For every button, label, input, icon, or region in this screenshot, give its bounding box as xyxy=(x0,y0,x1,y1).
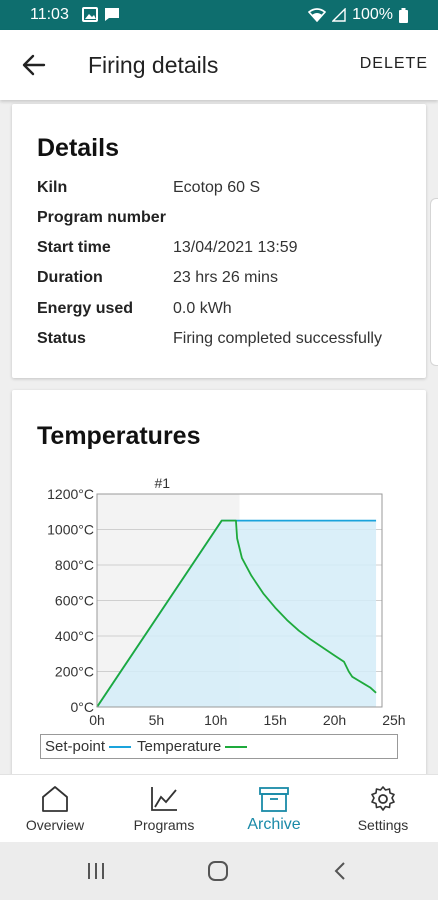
detail-label: Kiln xyxy=(37,179,68,196)
y-tick-label: 200°C xyxy=(55,664,94,680)
details-heading: Details xyxy=(37,134,119,162)
temperatures-heading: Temperatures xyxy=(37,422,201,450)
home-icon xyxy=(42,786,68,812)
detail-value: 23 hrs 26 mins xyxy=(173,269,278,286)
x-tick-label: 10h xyxy=(204,712,227,728)
app-bar: Firing details DELETE xyxy=(0,30,438,100)
legend-temperature-label: Temperature xyxy=(137,738,222,755)
legend-temperature-swatch xyxy=(225,745,248,748)
nav-archive[interactable]: Archive xyxy=(224,775,324,843)
detail-label: Program number xyxy=(37,209,166,226)
home-button-icon[interactable] xyxy=(207,860,229,882)
nav-settings-label: Settings xyxy=(357,817,409,833)
detail-row-duration: Duration 23 hrs 26 mins xyxy=(37,269,417,291)
bottom-nav: Overview Programs Archive Settings xyxy=(0,774,438,842)
y-tick-label: 1200°C xyxy=(47,486,94,502)
y-tick-label: 600°C xyxy=(55,593,94,609)
recents-icon[interactable] xyxy=(86,860,106,882)
details-card: Details Kiln Ecotop 60 S Program number … xyxy=(12,104,426,378)
archive-icon xyxy=(259,787,289,812)
detail-row-start-time: Start time 13/04/2021 13:59 xyxy=(37,239,417,261)
detail-value: Ecotop 60 S xyxy=(173,179,261,196)
detail-label: Duration xyxy=(37,269,103,286)
detail-row-kiln: Kiln Ecotop 60 S xyxy=(37,179,417,201)
back-arrow-icon[interactable] xyxy=(20,51,48,79)
nav-programs-label: Programs xyxy=(133,817,195,833)
chart-icon xyxy=(151,787,177,811)
detail-value: 0.0 kWh xyxy=(173,300,232,317)
temperature-chart: 0°C200°C400°C600°C800°C1000°C1200°C0h 5h 1… xyxy=(47,475,405,728)
y-tick-label: 800°C xyxy=(55,557,94,573)
battery-icon xyxy=(399,7,408,23)
detail-label: Start time xyxy=(37,239,111,256)
detail-row-status: Status Firing completed successfully xyxy=(37,330,417,352)
image-icon xyxy=(82,7,98,22)
gear-icon xyxy=(371,786,395,811)
page-title: Firing details xyxy=(88,52,219,78)
detail-row-program-number: Program number xyxy=(37,209,417,231)
side-scroll-handle[interactable] xyxy=(430,198,438,366)
status-time: 11:03 xyxy=(30,6,69,23)
nav-settings[interactable]: Settings xyxy=(333,775,433,843)
x-tick-label: 0h xyxy=(89,712,105,728)
delete-button[interactable]: DELETE xyxy=(360,55,428,73)
system-nav-bar xyxy=(0,842,438,900)
x-tick-label: 15h xyxy=(263,712,286,728)
segment-marker-label: #1 xyxy=(155,475,171,491)
wifi-icon xyxy=(308,8,327,22)
detail-label: Status xyxy=(37,330,86,347)
legend-setpoint-swatch xyxy=(109,745,132,748)
nav-programs[interactable]: Programs xyxy=(114,775,214,843)
y-tick-label: 1000°C xyxy=(47,522,94,538)
x-tick-label: 25h xyxy=(382,712,405,728)
x-tick-label: 20h xyxy=(323,712,346,728)
legend-setpoint-label: Set-point xyxy=(45,738,106,755)
signal-icon xyxy=(332,8,346,22)
detail-value: 13/04/2021 13:59 xyxy=(173,239,298,256)
x-tick-label: 5h xyxy=(149,712,165,728)
nav-overview[interactable]: Overview xyxy=(5,775,105,843)
detail-value: Firing completed successfully xyxy=(173,330,382,347)
chart-legend: Set-point Temperature xyxy=(40,734,398,759)
nav-overview-label: Overview xyxy=(25,817,85,833)
detail-row-energy-used: Energy used 0.0 kWh xyxy=(37,300,417,322)
message-icon xyxy=(105,8,119,21)
battery-percent: 100% xyxy=(352,6,393,23)
detail-label: Energy used xyxy=(37,300,134,317)
nav-archive-label: Archive xyxy=(247,816,301,833)
back-button-icon[interactable] xyxy=(332,860,348,882)
status-bar: 11:03 100% xyxy=(0,0,438,30)
y-tick-label: 400°C xyxy=(55,628,94,644)
